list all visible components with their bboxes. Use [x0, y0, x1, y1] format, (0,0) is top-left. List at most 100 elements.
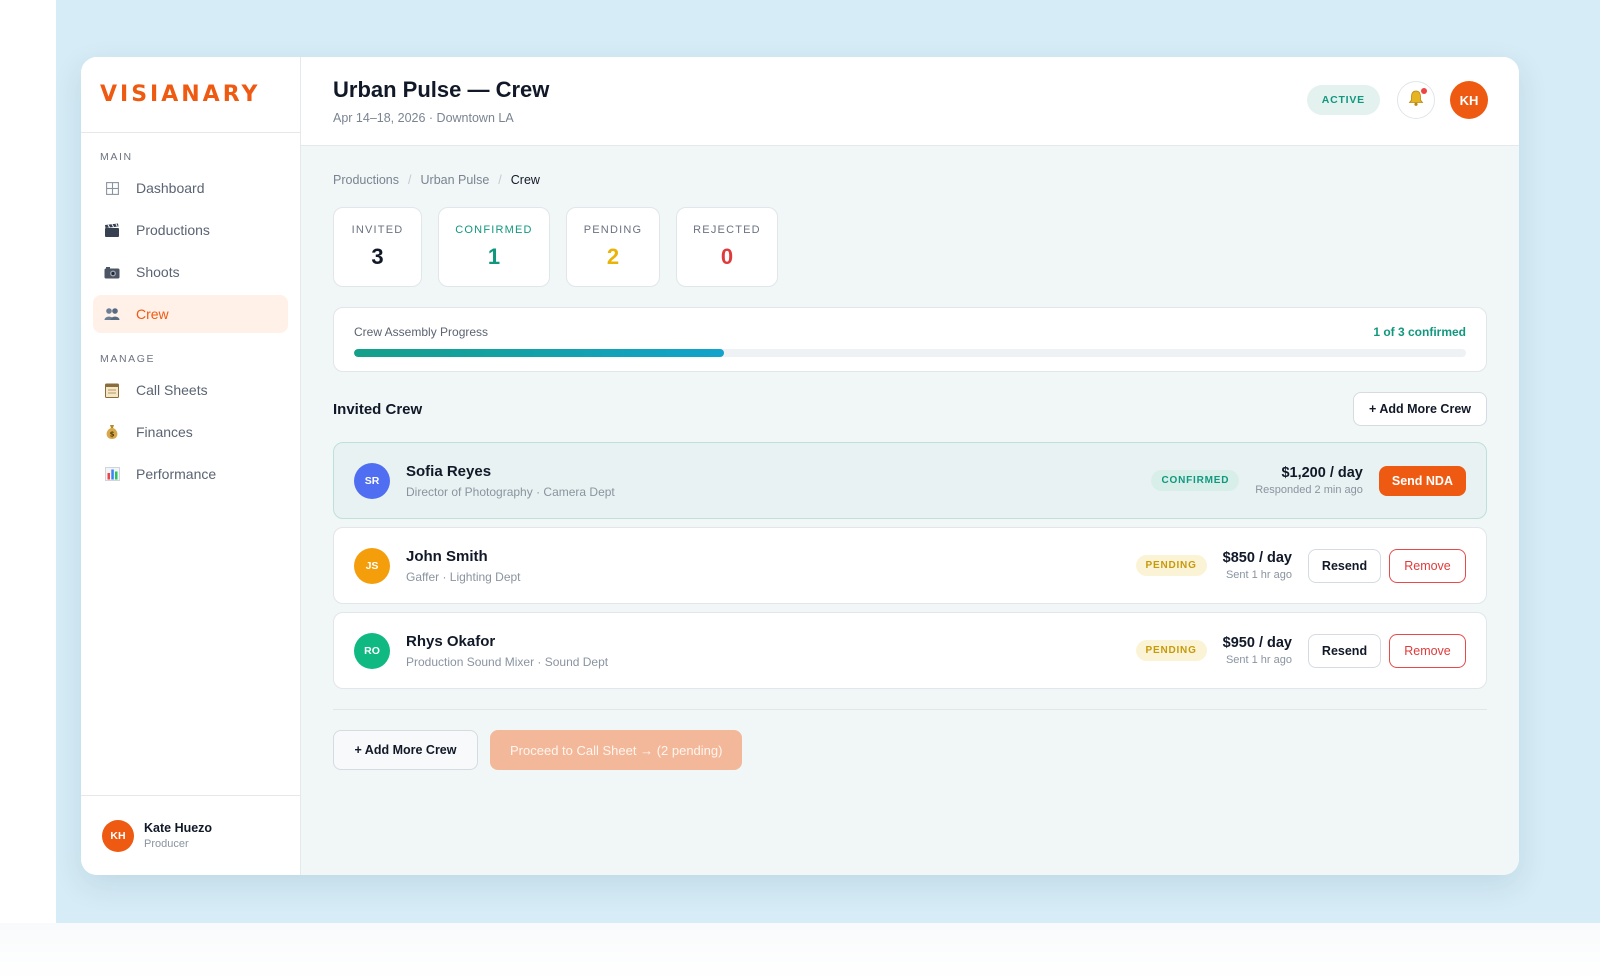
sidebar-item-label: Crew — [136, 306, 169, 322]
sidebar-item-label: Finances — [136, 424, 193, 440]
sidebar-item-dashboard[interactable]: Dashboard — [93, 169, 288, 207]
sidebar-item-label: Call Sheets — [136, 382, 208, 398]
nav-section-main: MAIN Dashboard Productions Shoots Crew — [81, 133, 300, 333]
stat-card-invited: INVITED 3 — [333, 207, 422, 287]
top-bar: Urban Pulse — Crew Apr 14–18, 2026 · Dow… — [301, 57, 1519, 146]
breadcrumb-urban-pulse[interactable]: Urban Pulse — [421, 173, 490, 187]
progress-fill — [354, 349, 725, 357]
crew-row-actions: PENDING $850 / day Sent 1 hr ago Resend … — [1135, 528, 1466, 603]
avatar: JS — [354, 547, 390, 584]
sent-time: Sent 1 hr ago — [1225, 654, 1292, 666]
progress-count: 1 of 3 confirmed — [1373, 325, 1466, 339]
stat-value: 0 — [720, 244, 734, 269]
bar-chart-icon — [104, 466, 120, 482]
resend-button[interactable]: Resend — [1308, 548, 1381, 583]
day-rate: $1,200 / day — [1281, 465, 1363, 481]
svg-text:$: $ — [110, 431, 115, 439]
sidebar-item-call-sheets[interactable]: Call Sheets — [93, 371, 288, 409]
stat-value: 2 — [606, 244, 620, 269]
footer-actions: + Add More Crew Proceed to Call Sheet → … — [333, 730, 1487, 770]
status-badge: CONFIRMED — [1151, 470, 1240, 491]
rate-block: $1,200 / day Responded 2 min ago — [1255, 465, 1363, 496]
sidebar-item-performance[interactable]: Performance — [93, 455, 288, 493]
invited-crew-header: Invited Crew + Add More Crew — [333, 392, 1487, 426]
rate-block: $850 / day Sent 1 hr ago — [1223, 550, 1292, 581]
breadcrumb-separator: / — [498, 173, 502, 187]
grid-icon — [104, 180, 120, 196]
day-rate: $950 / day — [1222, 635, 1292, 651]
crew-role: Director of Photography · Camera Dept — [406, 484, 615, 499]
camera-icon — [104, 264, 120, 280]
notepad-icon — [104, 382, 120, 398]
stat-label: PENDING — [583, 224, 643, 236]
stat-value: 1 — [487, 244, 501, 269]
sidebar-item-shoots[interactable]: Shoots — [93, 253, 288, 291]
stats-row: INVITED 3 CONFIRMED 1 PENDING 2 REJECTED… — [333, 207, 1487, 287]
clapperboard-icon — [104, 222, 120, 238]
section-title: Invited Crew — [333, 400, 423, 418]
breadcrumb-productions[interactable]: Productions — [333, 173, 399, 187]
add-more-crew-footer-button[interactable]: + Add More Crew — [333, 730, 478, 770]
sidebar-item-label: Dashboard — [136, 180, 205, 196]
remove-button[interactable]: Remove — [1389, 633, 1466, 668]
crew-row-actions: CONFIRMED $1,200 / day Responded 2 min a… — [1151, 443, 1466, 518]
breadcrumb-separator: / — [408, 173, 412, 187]
user-role: Producer — [144, 838, 189, 850]
sidebar-user-card[interactable]: KH Kate Huezo Producer — [81, 795, 300, 875]
sidebar-item-crew[interactable]: Crew — [93, 295, 288, 333]
money-bag-icon: $ — [104, 424, 120, 440]
sidebar-item-label: Productions — [136, 222, 210, 238]
proceed-to-call-sheet-button[interactable]: Proceed to Call Sheet → (2 pending) — [490, 730, 743, 770]
breadcrumb: Productions / Urban Pulse / Crew — [333, 173, 1487, 187]
user-name: Kate Huezo — [144, 821, 213, 835]
people-icon — [104, 306, 120, 322]
page-content: Productions / Urban Pulse / Crew INVITED… — [301, 146, 1519, 770]
sidebar: VISIANARY MAIN Dashboard Productions Sho… — [81, 57, 301, 875]
main-panel: Urban Pulse — Crew Apr 14–18, 2026 · Dow… — [301, 57, 1519, 875]
crew-row: JS John Smith Gaffer · Lighting Dept PEN… — [333, 527, 1487, 604]
stat-value: 3 — [371, 244, 384, 269]
app-window: VISIANARY MAIN Dashboard Productions Sho… — [81, 57, 1519, 875]
divider — [333, 709, 1487, 710]
avatar: SR — [354, 462, 390, 499]
avatar: RO — [354, 632, 390, 669]
notifications-button[interactable] — [1397, 81, 1435, 119]
resend-button[interactable]: Resend — [1308, 633, 1381, 668]
crew-row: RO Rhys Okafor Production Sound Mixer · … — [333, 612, 1487, 689]
page-footer-fade — [0, 923, 1600, 980]
notification-dot — [1421, 88, 1427, 94]
day-rate: $850 / day — [1222, 550, 1292, 566]
status-badge: PENDING — [1135, 555, 1207, 576]
nav-section-label: MAIN — [100, 151, 133, 163]
crew-name: Sofia Reyes — [406, 462, 492, 480]
sidebar-item-productions[interactable]: Productions — [93, 211, 288, 249]
status-badge: ACTIVE — [1306, 85, 1380, 115]
add-more-crew-button[interactable]: + Add More Crew — [1353, 392, 1487, 426]
nav-section-label: MANAGE — [100, 353, 156, 365]
sent-time: Sent 1 hr ago — [1225, 569, 1292, 581]
crew-list: SR Sofia Reyes Director of Photography ·… — [333, 442, 1487, 689]
crew-role: Production Sound Mixer · Sound Dept — [406, 654, 609, 669]
crew-row: SR Sofia Reyes Director of Photography ·… — [333, 442, 1487, 519]
stat-label: REJECTED — [693, 224, 761, 236]
stat-card-pending: PENDING 2 — [566, 207, 660, 287]
avatar: KH — [102, 819, 134, 852]
top-bar-actions: ACTIVE KH — [1306, 81, 1488, 119]
nav-section-manage: MANAGE Call Sheets $ Finances Performanc… — [81, 337, 300, 493]
send-nda-button[interactable]: Send NDA — [1378, 465, 1466, 496]
crew-name: John Smith — [406, 547, 488, 565]
sidebar-item-finances[interactable]: $ Finances — [93, 413, 288, 451]
crew-role: Gaffer · Lighting Dept — [406, 569, 521, 584]
breadcrumb-current: Crew — [510, 173, 540, 187]
stat-card-rejected: REJECTED 0 — [676, 207, 778, 287]
response-time: Responded 2 min ago — [1255, 484, 1363, 496]
user-avatar-button[interactable]: KH — [1450, 81, 1488, 119]
remove-button[interactable]: Remove — [1389, 548, 1466, 583]
crew-name: Rhys Okafor — [406, 632, 496, 650]
brand-logo[interactable]: VISIANARY — [81, 57, 300, 133]
sidebar-item-label: Shoots — [136, 264, 180, 280]
stat-label: CONFIRMED — [455, 224, 533, 236]
status-badge: PENDING — [1135, 640, 1207, 661]
crew-row-actions: PENDING $950 / day Sent 1 hr ago Resend … — [1135, 613, 1466, 688]
stat-card-confirmed: CONFIRMED 1 — [438, 207, 550, 287]
